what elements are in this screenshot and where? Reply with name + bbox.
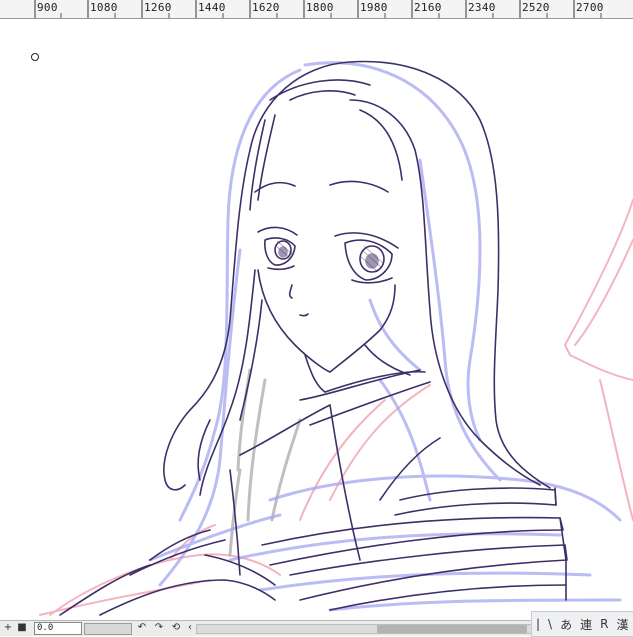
- horizontal-scrollbar[interactable]: [196, 624, 533, 634]
- reset-rotation-icon[interactable]: ⟲: [170, 622, 182, 634]
- ime-toolbar: | \ あ 連 R 漢: [531, 611, 633, 637]
- add-button[interactable]: +: [2, 622, 14, 634]
- ruler-label: 1080: [90, 1, 118, 14]
- ime-kanji-button[interactable]: 漢: [612, 616, 632, 633]
- drawing-canvas[interactable]: [0, 19, 633, 621]
- ruler-label: 2340: [468, 1, 496, 14]
- rotate-left-icon[interactable]: ↶: [136, 622, 148, 634]
- ruler-label: 2160: [414, 1, 442, 14]
- ruler-label: 1800: [306, 1, 334, 14]
- stop-button[interactable]: ■: [16, 622, 28, 634]
- ime-r-button[interactable]: R: [596, 617, 612, 631]
- ruler-label: 2520: [522, 1, 550, 14]
- ruler-label: 2700: [576, 1, 604, 14]
- blue-sketch-layer: [148, 61, 622, 612]
- ruler-label: 900: [37, 1, 58, 14]
- lineart-layer: [59, 60, 568, 616]
- zoom-input[interactable]: 0.0: [34, 622, 82, 635]
- sketch-artwork: [31, 53, 633, 616]
- ruler-label: 1620: [252, 1, 280, 14]
- horizontal-ruler: 900 1080 1260 1440 1620 1800 1980 2160 2…: [0, 0, 633, 19]
- ruler-label: 1980: [360, 1, 388, 14]
- zoom-slider[interactable]: [84, 623, 132, 635]
- ruler-label: 1440: [198, 1, 226, 14]
- circle-cursor-icon: [31, 53, 39, 61]
- rotate-right-icon[interactable]: ↷: [153, 622, 165, 634]
- ime-pen-icon[interactable]: \: [544, 617, 556, 631]
- ruler-label: 1260: [144, 1, 172, 14]
- ime-separator: |: [536, 617, 541, 631]
- scrollbar-thumb[interactable]: [377, 625, 527, 633]
- ime-conversion-mode[interactable]: 連: [576, 616, 596, 633]
- scroll-left-button[interactable]: ‹: [184, 622, 196, 634]
- ime-hiragana-mode[interactable]: あ: [556, 616, 576, 633]
